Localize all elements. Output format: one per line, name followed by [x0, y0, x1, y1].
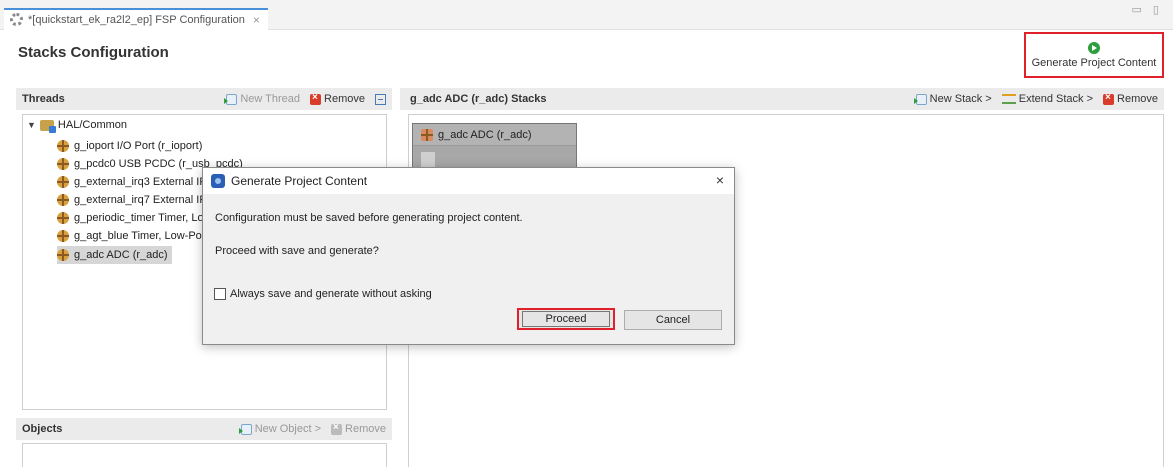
- new-stack-label: New Stack >: [929, 93, 992, 105]
- new-thread-button[interactable]: New Thread: [224, 93, 301, 105]
- stack-block-header[interactable]: g_adc ADC (r_adc): [413, 124, 576, 146]
- generate-project-content-button[interactable]: Generate Project Content: [1024, 32, 1164, 78]
- objects-list: [22, 443, 387, 467]
- dialog-title-bar[interactable]: Generate Project Content: [203, 168, 734, 194]
- remove-stack-label: Remove: [1117, 93, 1158, 105]
- editor-tab[interactable]: *[quickstart_ek_ra2l2_ep] FSP Configurat…: [4, 8, 268, 30]
- remove-thread-button[interactable]: Remove: [310, 92, 365, 105]
- gear-icon: [10, 13, 23, 26]
- stacks-panel-header: g_adc ADC (r_adc) Stacks New Stack > Ext…: [400, 88, 1164, 110]
- chevron-down-icon[interactable]: ▼: [27, 120, 36, 130]
- extend-stack-label: Extend Stack >: [1018, 93, 1094, 105]
- editor-tab-label: *[quickstart_ek_ra2l2_ep] FSP Configurat…: [28, 14, 245, 26]
- tree-item-label: g_ioport I/O Port (r_ioport): [74, 140, 203, 152]
- module-icon: [57, 140, 69, 152]
- checkbox-box[interactable]: [214, 288, 226, 300]
- remove-icon: [1103, 92, 1115, 105]
- tree-item-label: g_adc ADC (r_adc): [74, 249, 168, 261]
- window-controls[interactable]: ▭ ▯: [1131, 3, 1163, 16]
- new-thread-label: New Thread: [240, 93, 301, 105]
- tree-item[interactable]: g_external_irq3 External IR: [57, 173, 207, 191]
- dialog-question: Proceed with save and generate?: [215, 245, 379, 257]
- new-object-button[interactable]: New Object >: [238, 423, 322, 435]
- module-icon: [57, 176, 69, 188]
- close-icon[interactable]: ×: [716, 172, 724, 188]
- objects-panel-header: Objects New Object > Remove: [16, 418, 392, 440]
- tree-item[interactable]: g_external_irq7 External IR: [57, 191, 207, 209]
- new-object-icon: [238, 423, 252, 435]
- cancel-button[interactable]: Cancel: [624, 310, 722, 330]
- remove-icon: [331, 422, 343, 435]
- tree-root-hal-common[interactable]: ▼ HAL/Common: [27, 119, 127, 133]
- generate-button-label: Generate Project Content: [1031, 56, 1157, 69]
- objects-title: Objects: [22, 423, 63, 435]
- play-icon: [1088, 41, 1100, 54]
- tree-item[interactable]: g_periodic_timer Timer, Lo: [57, 209, 204, 227]
- new-object-label: New Object >: [254, 423, 322, 435]
- module-icon: [421, 128, 433, 141]
- threads-title: Threads: [22, 93, 65, 105]
- tree-item-label: g_external_irq7 External IR: [74, 194, 208, 206]
- proceed-button-focus: Proceed: [522, 311, 610, 327]
- new-stack-icon: [913, 93, 927, 105]
- tree-root-label: HAL/Common: [57, 119, 127, 131]
- module-icon: [57, 212, 69, 224]
- dialog-title: Generate Project Content: [231, 174, 368, 188]
- tree-item-label: g_periodic_timer Timer, Lo: [74, 212, 204, 224]
- tree-item-label: g_agt_blue Timer, Low-Po: [74, 230, 202, 242]
- module-icon: [57, 230, 69, 242]
- extend-stack-icon: [1001, 94, 1016, 104]
- remove-object-label: Remove: [345, 423, 386, 435]
- dialog-message: Configuration must be saved before gener…: [215, 212, 523, 224]
- always-save-checkbox[interactable]: Always save and generate without asking: [214, 288, 432, 300]
- module-icon: [57, 158, 69, 170]
- extend-stack-button[interactable]: Extend Stack >: [1001, 93, 1094, 105]
- new-stack-button[interactable]: New Stack >: [913, 93, 992, 105]
- folder-icon: [39, 119, 56, 133]
- remove-icon: [310, 92, 322, 105]
- remove-thread-label: Remove: [324, 93, 365, 105]
- stack-block-label: g_adc ADC (r_adc): [438, 128, 532, 141]
- threads-panel-header: Threads New Thread Remove: [16, 88, 392, 110]
- new-thread-icon: [224, 93, 238, 105]
- page-title: Stacks Configuration: [18, 44, 169, 61]
- close-icon[interactable]: ×: [253, 13, 260, 27]
- cancel-label: Cancel: [655, 314, 691, 326]
- generate-dialog: Generate Project Content × Configuration…: [202, 167, 735, 345]
- tree-item-selected[interactable]: g_adc ADC (r_adc): [57, 246, 172, 264]
- module-icon: [57, 249, 69, 261]
- tree-item[interactable]: g_ioport I/O Port (r_ioport): [57, 137, 202, 155]
- stacks-title: g_adc ADC (r_adc) Stacks: [410, 93, 547, 105]
- proceed-label: Proceed: [545, 313, 587, 325]
- remove-stack-button[interactable]: Remove: [1103, 92, 1158, 105]
- collapse-all-icon[interactable]: [375, 93, 386, 105]
- module-icon: [57, 194, 69, 206]
- tree-item[interactable]: g_agt_blue Timer, Low-Po: [57, 227, 202, 245]
- editor-tab-bar: *[quickstart_ek_ra2l2_ep] FSP Configurat…: [0, 0, 1173, 30]
- proceed-button[interactable]: Proceed: [517, 308, 615, 330]
- app-icon: [211, 174, 225, 188]
- checkbox-label: Always save and generate without asking: [230, 288, 432, 300]
- remove-object-button[interactable]: Remove: [331, 422, 386, 435]
- tree-item-label: g_external_irq3 External IR: [74, 176, 208, 188]
